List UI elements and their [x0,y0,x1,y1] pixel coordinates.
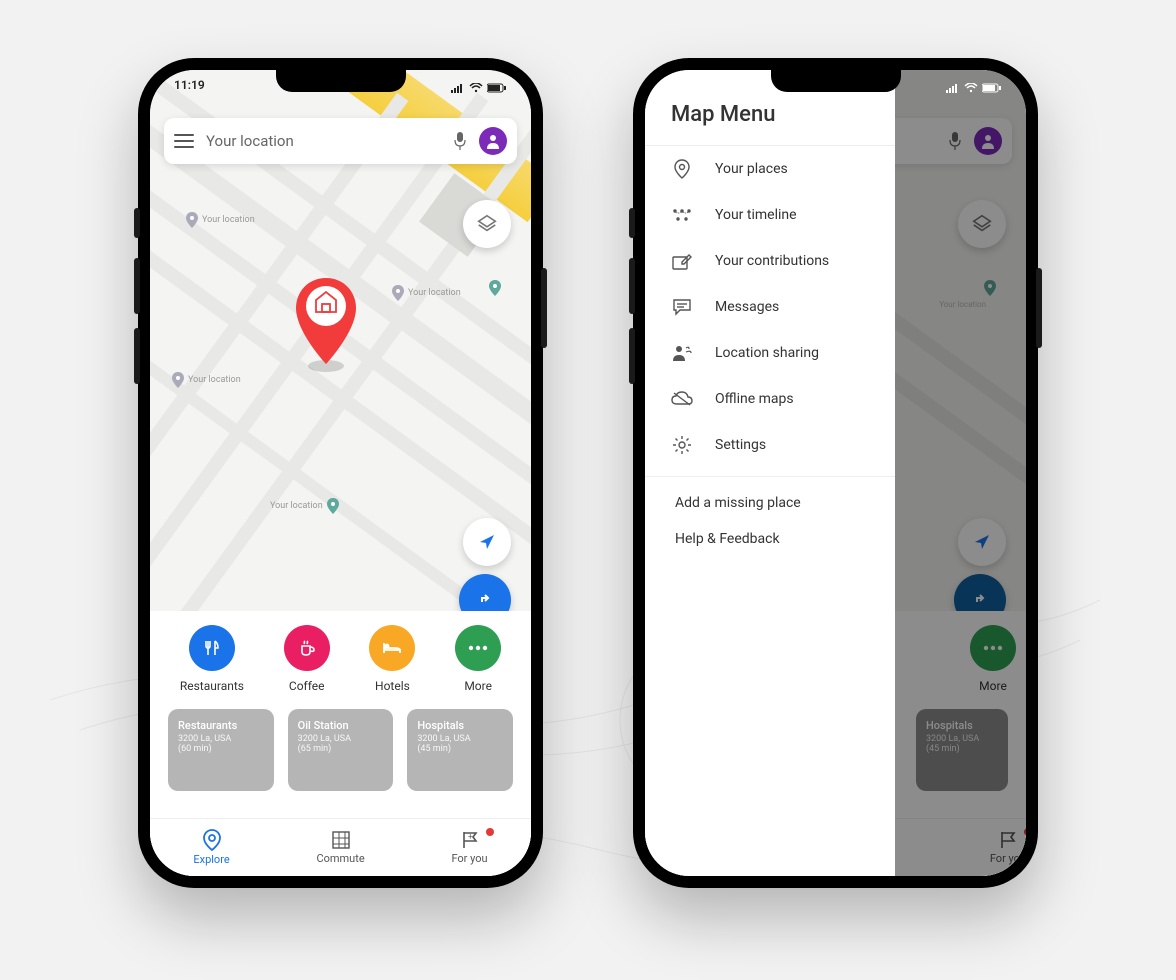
cloud-off-icon [671,388,693,410]
menu-help-feedback[interactable]: Help & Feedback [645,521,895,557]
nav-for-you[interactable]: + For you [451,830,487,865]
notch [276,70,406,92]
pin-icon [203,829,221,851]
flag-icon: + [460,830,480,850]
bed-icon [369,625,415,671]
navigate-arrow-icon [477,532,497,552]
notification-dot [486,828,494,836]
nav-commute[interactable]: Commute [316,830,364,865]
phone-menu: Your location More [633,58,1038,888]
mic-icon[interactable] [453,132,467,150]
category-label: More [464,679,492,693]
pin-outline-icon [671,158,693,180]
bottom-nav: Explore Commute + For you [150,818,531,876]
place-card[interactable]: Oil Station 3200 La, USA (65 min) [288,709,394,791]
timeline-icon [671,204,693,226]
status-time: 11:19 [174,78,205,98]
map-pin[interactable] [489,280,501,296]
message-icon [671,296,693,318]
menu-offline-maps[interactable]: Offline maps [645,376,895,422]
hamburger-icon[interactable] [174,134,194,148]
menu-add-place[interactable]: Add a missing place [645,485,895,521]
menu-settings[interactable]: Settings [645,422,895,468]
menu-contributions[interactable]: Your contributions [645,238,895,284]
locate-button[interactable] [463,518,511,566]
signal-icon [451,83,465,93]
fork-knife-icon [189,625,235,671]
menu-messages[interactable]: Messages [645,284,895,330]
category-coffee[interactable]: Coffee [284,625,330,693]
search-input[interactable]: Your location [206,132,441,150]
menu-your-places[interactable]: Your places [645,146,895,192]
menu-timeline[interactable]: Your timeline [645,192,895,238]
menu-location-sharing[interactable]: Location sharing [645,330,895,376]
map-pin[interactable]: Your location [270,498,339,514]
notch [771,70,901,92]
bottom-sheet: Restaurants Coffee Hotels More [150,611,531,876]
wifi-icon [469,83,483,93]
battery-icon [982,83,1002,93]
more-icon [455,625,501,671]
map-pin[interactable]: Your location [172,372,241,388]
wifi-icon [964,83,978,93]
map-pin[interactable]: Your location [392,285,461,301]
svg-text:+: + [468,832,473,841]
layers-icon [476,213,498,235]
category-more[interactable]: More [455,625,501,693]
person-share-icon [671,342,693,364]
directions-icon [473,588,497,612]
menu-divider [645,476,895,477]
search-bar[interactable]: Your location [164,118,517,164]
map-pin[interactable]: Your location [186,212,255,228]
gear-icon [671,434,693,456]
edit-icon [671,250,693,272]
signal-icon [946,83,960,93]
place-card[interactable]: Hospitals 3200 La, USA (45 min) [407,709,513,791]
phone-explore: 11:19 Your location [138,58,543,888]
drawer: Map Menu Your places Your timeline Your … [645,70,895,876]
category-hotels[interactable]: Hotels [369,625,415,693]
place-card[interactable]: Restaurants 3200 La, USA (60 min) [168,709,274,791]
category-label: Restaurants [180,679,244,693]
battery-icon [487,83,507,93]
nav-explore[interactable]: Explore [193,829,229,866]
commute-icon [331,830,351,850]
category-restaurants[interactable]: Restaurants [180,625,244,693]
category-label: Hotels [375,679,410,693]
category-label: Coffee [289,679,325,693]
main-location-pin[interactable] [286,270,366,370]
avatar[interactable] [479,127,507,155]
layers-button[interactable] [463,200,511,248]
coffee-icon [284,625,330,671]
